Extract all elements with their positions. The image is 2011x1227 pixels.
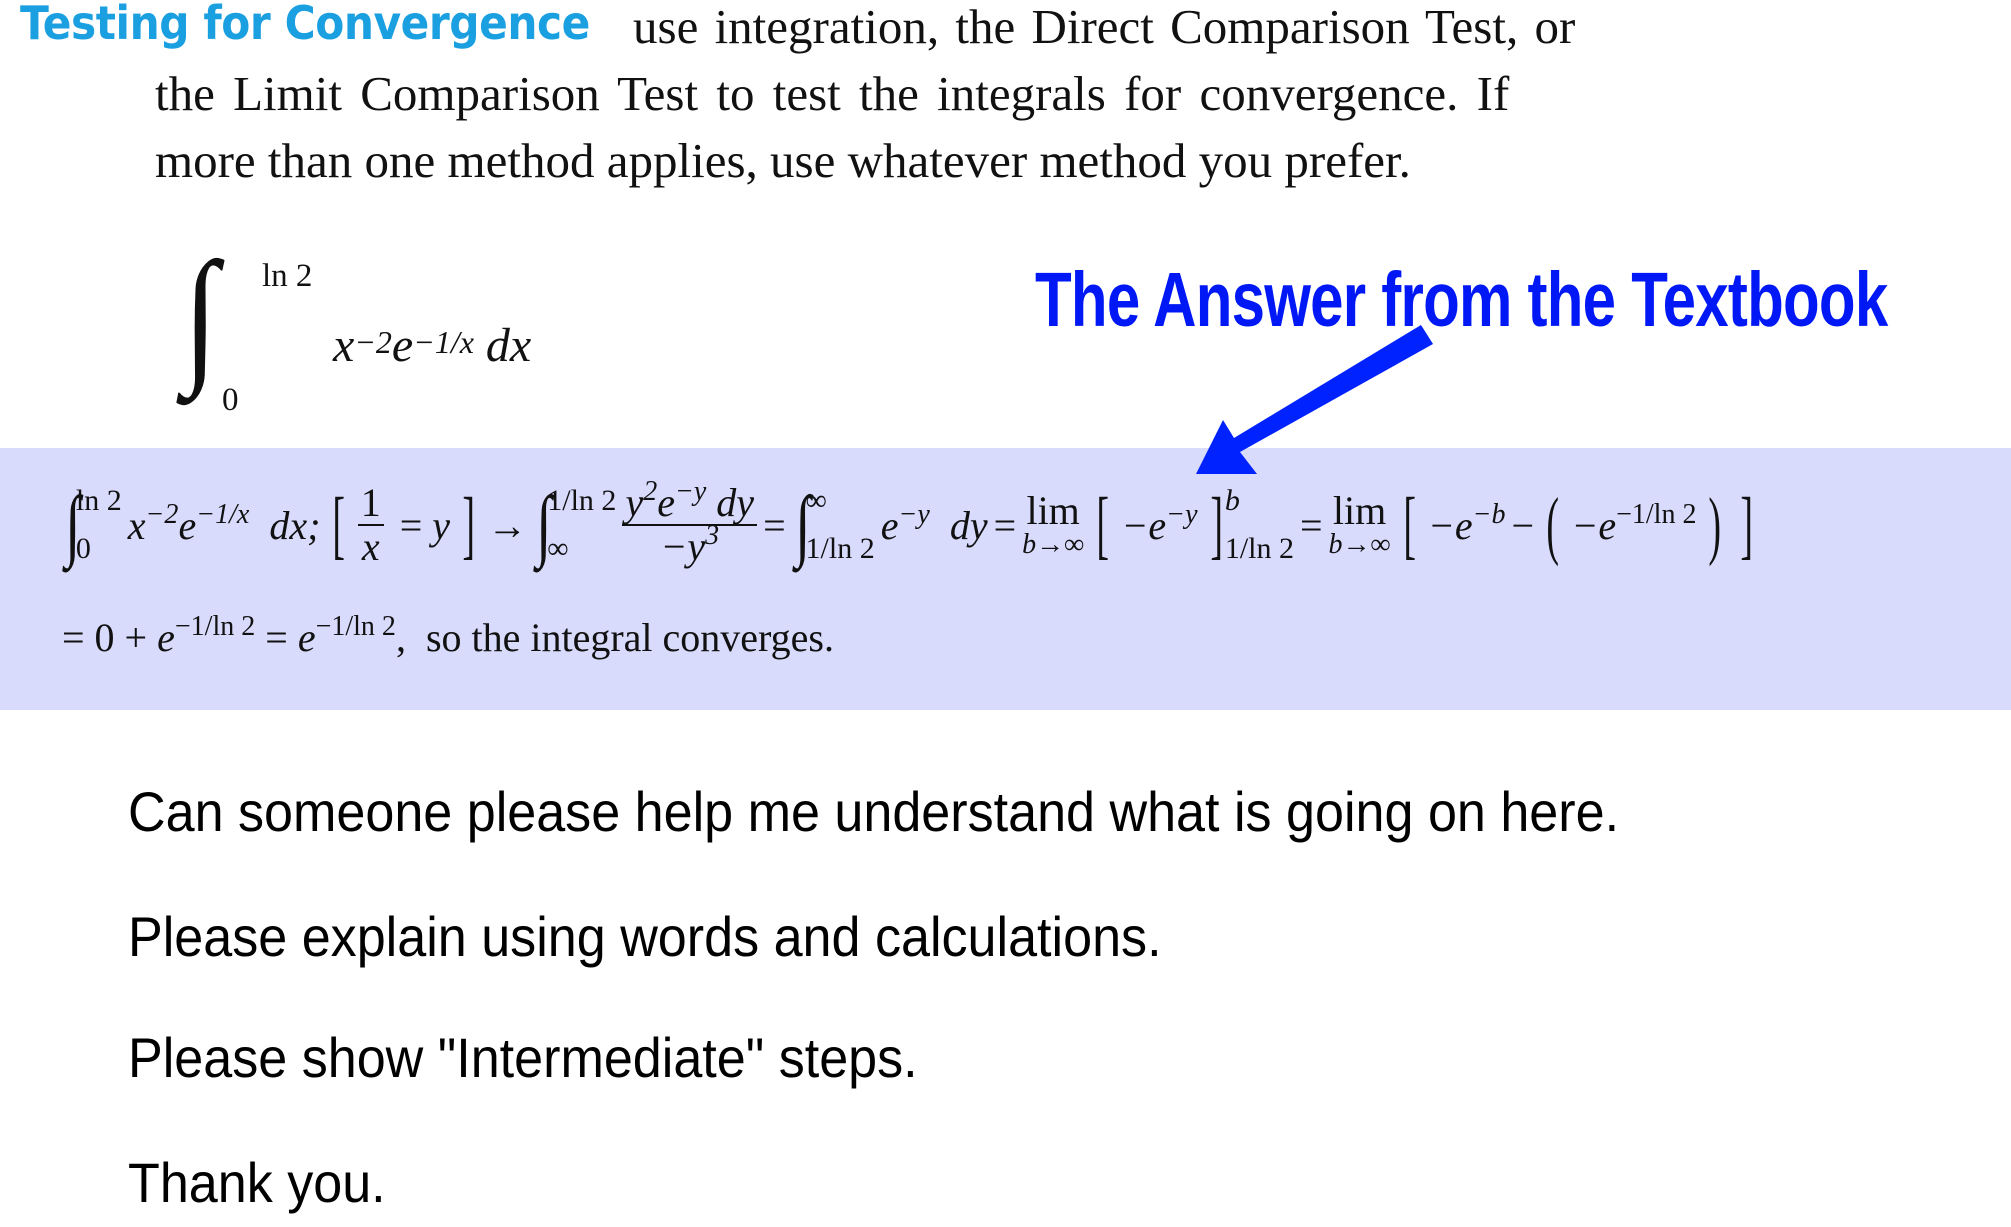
question-line-3: Please show "Intermediate" steps. bbox=[128, 1026, 918, 1089]
section-heading: Testing for Convergence bbox=[20, 0, 590, 50]
integral-upper-limit: ln 2 bbox=[262, 258, 313, 294]
question-line-2: Please explain using words and calculati… bbox=[128, 905, 1162, 968]
answer-conclusion: so the integral converges. bbox=[425, 615, 834, 660]
problem-text-line-3: more than one method applies, use whatev… bbox=[155, 133, 1411, 188]
answer-label: The Answer from the Textbook bbox=[1035, 257, 1888, 343]
problem-text-line-2: the Limit Comparison Test to test the in… bbox=[155, 66, 1510, 121]
integral-sign: ∫ bbox=[183, 232, 219, 398]
problem-text-line-1: use integration, the Direct Comparison T… bbox=[633, 0, 1576, 54]
question-line-4: Thank you. bbox=[128, 1151, 386, 1214]
question-line-1: Can someone please help me understand wh… bbox=[128, 780, 1620, 843]
integral-lower-limit: 0 bbox=[222, 382, 239, 418]
answer-line-2: = 0 + e−1/ln 2 = e−1/ln 2, so the integr… bbox=[62, 611, 834, 660]
textbook-answer-box: ∫ ln 20 x−2e−1/x dx; [1 x = y] → ∫ 1/ln 2… bbox=[0, 448, 2011, 710]
integrand: x−2e−1/x dx bbox=[333, 319, 532, 372]
answer-line-1: ∫ ln 20 x−2e−1/x dx; [1 x = y] → ∫ 1/ln 2… bbox=[65, 476, 1753, 569]
